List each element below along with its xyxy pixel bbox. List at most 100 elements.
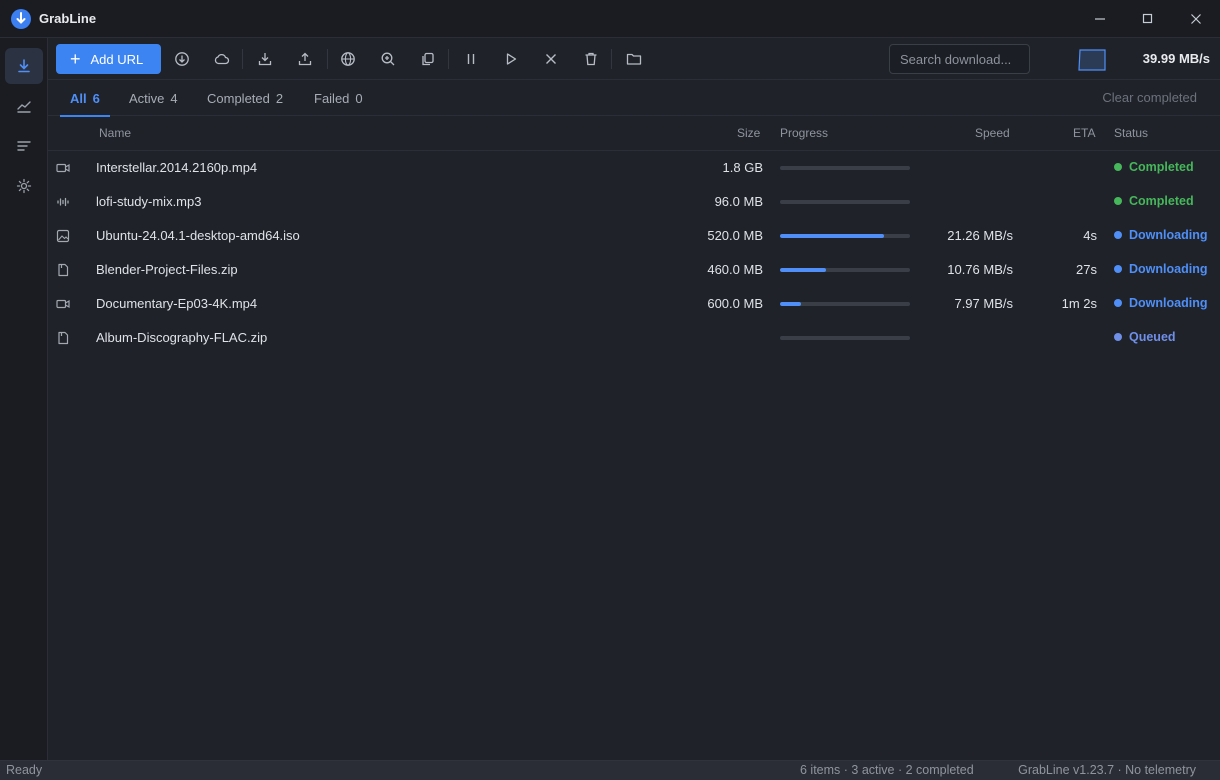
progress-bar [780, 234, 910, 238]
app-title: GrabLine [39, 11, 97, 26]
progress-bar [780, 268, 910, 272]
file-size: 600.0 MB [707, 296, 763, 311]
app-logo-icon [11, 8, 31, 29]
clear-completed-link[interactable]: Clear completed [1102, 90, 1197, 105]
image-file-icon [56, 229, 70, 243]
toolbar-separator [327, 49, 328, 69]
status-bar: Ready 6 items · 3 active · 2 completed G… [0, 760, 1220, 780]
file-name: Blender-Project-Files.zip [96, 262, 238, 277]
tab-all[interactable]: All 6 [60, 80, 110, 117]
table-row[interactable]: lofi-study-mix.mp3 96.0 MB Completed [48, 185, 1220, 219]
document-file-icon [56, 263, 70, 277]
tab-label: Completed [207, 90, 270, 106]
file-eta: 27s [1076, 262, 1097, 277]
table-row[interactable]: Album-Discography-FLAC.zip Queued [48, 321, 1220, 355]
column-header-status[interactable]: Status [1114, 126, 1148, 140]
play-icon[interactable] [499, 47, 523, 71]
tab-label: All [70, 90, 87, 106]
import-icon[interactable] [253, 47, 277, 71]
column-header-size[interactable]: Size [737, 126, 760, 140]
progress-bar [780, 166, 910, 170]
maximize-icon[interactable] [1124, 0, 1172, 38]
status-badge: Completed [1114, 160, 1194, 174]
column-header-name[interactable]: Name [99, 126, 131, 140]
file-name: Album-Discography-FLAC.zip [96, 330, 268, 345]
status-summary: 6 items · 3 active · 2 completed [800, 763, 974, 777]
table-row[interactable]: Interstellar.2014.2160p.mp4 1.8 GB Compl… [48, 151, 1220, 185]
video-file-icon [56, 161, 70, 175]
folder-icon[interactable] [622, 47, 646, 71]
status-badge: Completed [1114, 194, 1194, 208]
close-icon[interactable] [1172, 0, 1220, 38]
audio-file-icon [56, 195, 70, 209]
add-url-button[interactable]: + Add URL [56, 44, 161, 74]
nav-settings-icon[interactable] [5, 168, 43, 204]
file-size: 1.8 GB [722, 160, 763, 175]
plus-icon: + [70, 49, 81, 69]
tab-count: 2 [275, 90, 284, 106]
title-bar: GrabLine [0, 0, 1220, 38]
toolbar-separator [448, 49, 449, 69]
table-row[interactable]: Documentary-Ep03-4K.mp4 600.0 MB 7.97 MB… [48, 287, 1220, 321]
column-header-eta[interactable]: ETA [1073, 126, 1095, 140]
export-icon[interactable] [293, 47, 317, 71]
column-header-progress[interactable]: Progress [780, 126, 828, 140]
progress-bar [780, 200, 910, 204]
file-speed: 7.97 MB/s [954, 296, 1013, 311]
speed-sparkline [1078, 49, 1106, 71]
status-badge: Downloading [1114, 228, 1207, 242]
nav-log-icon[interactable] [5, 128, 43, 164]
file-name: Ubuntu-24.04.1-desktop-amd64.iso [96, 228, 300, 243]
download-circle-icon[interactable] [170, 47, 194, 71]
nav-rail [0, 38, 48, 760]
file-speed: 10.76 MB/s [947, 262, 1013, 277]
nav-downloads-icon[interactable] [5, 48, 43, 84]
total-rate: 39.99 MB/s [1142, 51, 1210, 66]
document-file-icon [56, 331, 70, 345]
file-size: 96.0 MB [714, 194, 763, 209]
table-header: Name Size Progress Speed ETA Status [48, 116, 1220, 151]
video-file-icon [56, 297, 70, 311]
cancel-icon[interactable] [539, 47, 563, 71]
toolbar: + Add URL 39.99 MB/s [48, 38, 1220, 80]
file-eta: 4s [1083, 228, 1097, 243]
trash-icon[interactable] [579, 47, 603, 71]
minimize-icon[interactable] [1076, 0, 1124, 38]
file-speed: 21.26 MB/s [947, 228, 1013, 243]
search-input[interactable] [889, 44, 1030, 74]
pause-icon[interactable] [459, 47, 483, 71]
copy-icon[interactable] [416, 47, 440, 71]
tab-count: 4 [170, 90, 178, 106]
status-ready: Ready [6, 763, 43, 777]
table-row[interactable]: Ubuntu-24.04.1-desktop-amd64.iso 520.0 M… [48, 219, 1220, 253]
status-badge: Downloading [1114, 296, 1207, 310]
add-url-label: Add URL [90, 51, 144, 67]
zoom-in-icon[interactable] [376, 47, 400, 71]
tab-count: 6 [92, 90, 100, 106]
tab-active[interactable]: Active 4 [129, 80, 178, 116]
tab-failed[interactable]: Failed 0 [314, 80, 363, 116]
nav-stats-icon[interactable] [5, 88, 43, 124]
file-eta: 1m 2s [1061, 296, 1097, 311]
tab-label: Failed [314, 90, 350, 106]
filter-tabs: All 6 Active 4 Completed 2 Failed 0 Clear co… [48, 80, 1220, 117]
tab-count: 0 [355, 90, 363, 106]
file-name: Documentary-Ep03-4K.mp4 [96, 296, 258, 311]
tab-completed[interactable]: Completed 2 [207, 80, 283, 116]
file-name: lofi-study-mix.mp3 [96, 194, 202, 209]
column-header-speed[interactable]: Speed [975, 126, 1010, 140]
file-size: 460.0 MB [707, 262, 763, 277]
status-version: GrabLine v1.23.7 · No telemetry [1018, 763, 1196, 777]
status-badge: Downloading [1114, 262, 1207, 276]
progress-bar [780, 336, 910, 340]
file-size: 520.0 MB [707, 228, 763, 243]
globe-icon[interactable] [336, 47, 360, 71]
table-row[interactable]: Blender-Project-Files.zip 460.0 MB 10.76… [48, 253, 1220, 287]
file-name: Interstellar.2014.2160p.mp4 [96, 160, 258, 175]
toolbar-separator [242, 49, 243, 69]
cloud-icon[interactable] [210, 47, 234, 71]
status-badge: Queued [1114, 330, 1176, 344]
toolbar-separator [611, 49, 612, 69]
progress-bar [780, 302, 910, 306]
tab-label: Active [129, 90, 165, 106]
